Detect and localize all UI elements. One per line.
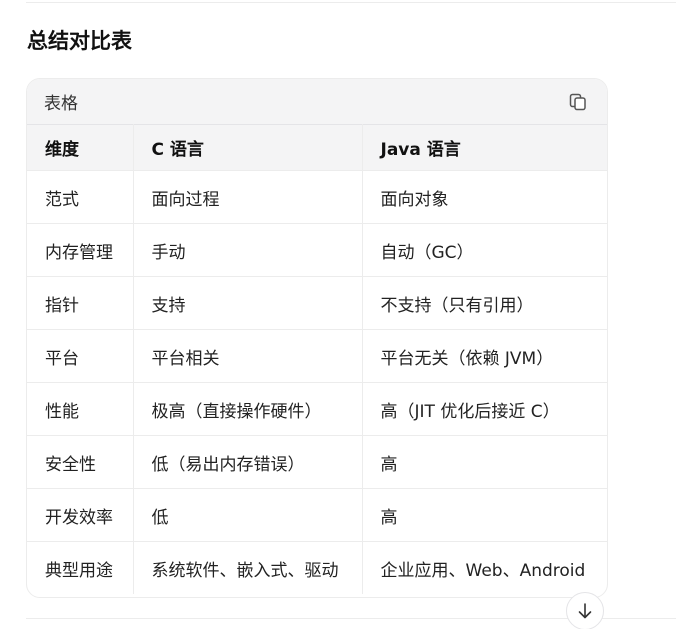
table-row: 范式 面向过程 面向对象 (27, 170, 607, 224)
copy-icon (569, 93, 586, 110)
comparison-table: 维度 C 语言 Java 语言 范式 面向过程 面向对象 内存管理 手动 自动（… (27, 124, 607, 594)
table-row: 开发效率 低 高 (27, 488, 607, 542)
table-cell: 内存管理 (27, 223, 134, 277)
table-cell: 系统软件、嵌入式、驱动 (133, 541, 363, 594)
page: 总结对比表 表格 维度 C 语言 Java 语言 范式 面向过程 面向对象 内存… (0, 0, 676, 629)
copy-button[interactable] (567, 91, 589, 113)
table-cell: 面向过程 (133, 170, 363, 224)
table-cell: 指针 (27, 276, 134, 330)
column-header: 维度 (27, 124, 134, 171)
divider (26, 2, 676, 3)
table-card-label: 表格 (44, 94, 78, 114)
table-cell: 平台相关 (133, 329, 363, 383)
table-row: 平台 平台相关 平台无关（依赖 JVM） (27, 329, 607, 383)
comparison-table-card: 表格 维度 C 语言 Java 语言 范式 面向过程 面向对象 内存管理 手动 … (26, 78, 608, 598)
section-title: 总结对比表 (27, 29, 132, 53)
table-cell: 极高（直接操作硬件） (133, 382, 363, 436)
table-cell: 开发效率 (27, 488, 134, 542)
table-cell: 低（易出内存错误） (133, 435, 363, 489)
table-cell: 高 (362, 488, 607, 542)
table-card-header: 表格 (27, 79, 607, 124)
table-cell: 企业应用、Web、Android (380, 560, 586, 581)
table-cell: 支持 (133, 276, 363, 330)
table-cell: 安全性 (27, 435, 134, 489)
table-header-row: 维度 C 语言 Java 语言 (27, 124, 607, 171)
table-cell: 高 (362, 435, 607, 489)
table-row: 指针 支持 不支持（只有引用） (27, 276, 607, 330)
scroll-to-bottom-button[interactable] (566, 592, 604, 629)
table-cell: 典型用途 (27, 541, 134, 594)
table-cell: 手动 (133, 223, 363, 277)
table-cell: 低 (133, 488, 363, 542)
table-cell: 不支持（只有引用） (362, 276, 607, 330)
table-cell: 范式 (27, 170, 134, 224)
table-cell: 平台无关（依赖 JVM） (362, 329, 607, 383)
table-cell: 平台 (27, 329, 134, 383)
column-header: C 语言 (133, 124, 363, 171)
column-header: Java 语言 (362, 124, 607, 171)
table-cell: 性能 (27, 382, 134, 436)
table-cell: 面向对象 (362, 170, 607, 224)
table-cell: 自动（GC） (362, 223, 607, 277)
table-row: 安全性 低（易出内存错误） 高 (27, 435, 607, 489)
table-row: 内存管理 手动 自动（GC） (27, 223, 607, 277)
table-row: 典型用途 系统软件、嵌入式、驱动 企业应用、Web、Android (27, 541, 607, 594)
table-row: 性能 极高（直接操作硬件） 高（JIT 优化后接近 C） (27, 382, 607, 436)
arrow-down-icon (578, 603, 592, 619)
table-cell: 高（JIT 优化后接近 C） (362, 382, 607, 436)
